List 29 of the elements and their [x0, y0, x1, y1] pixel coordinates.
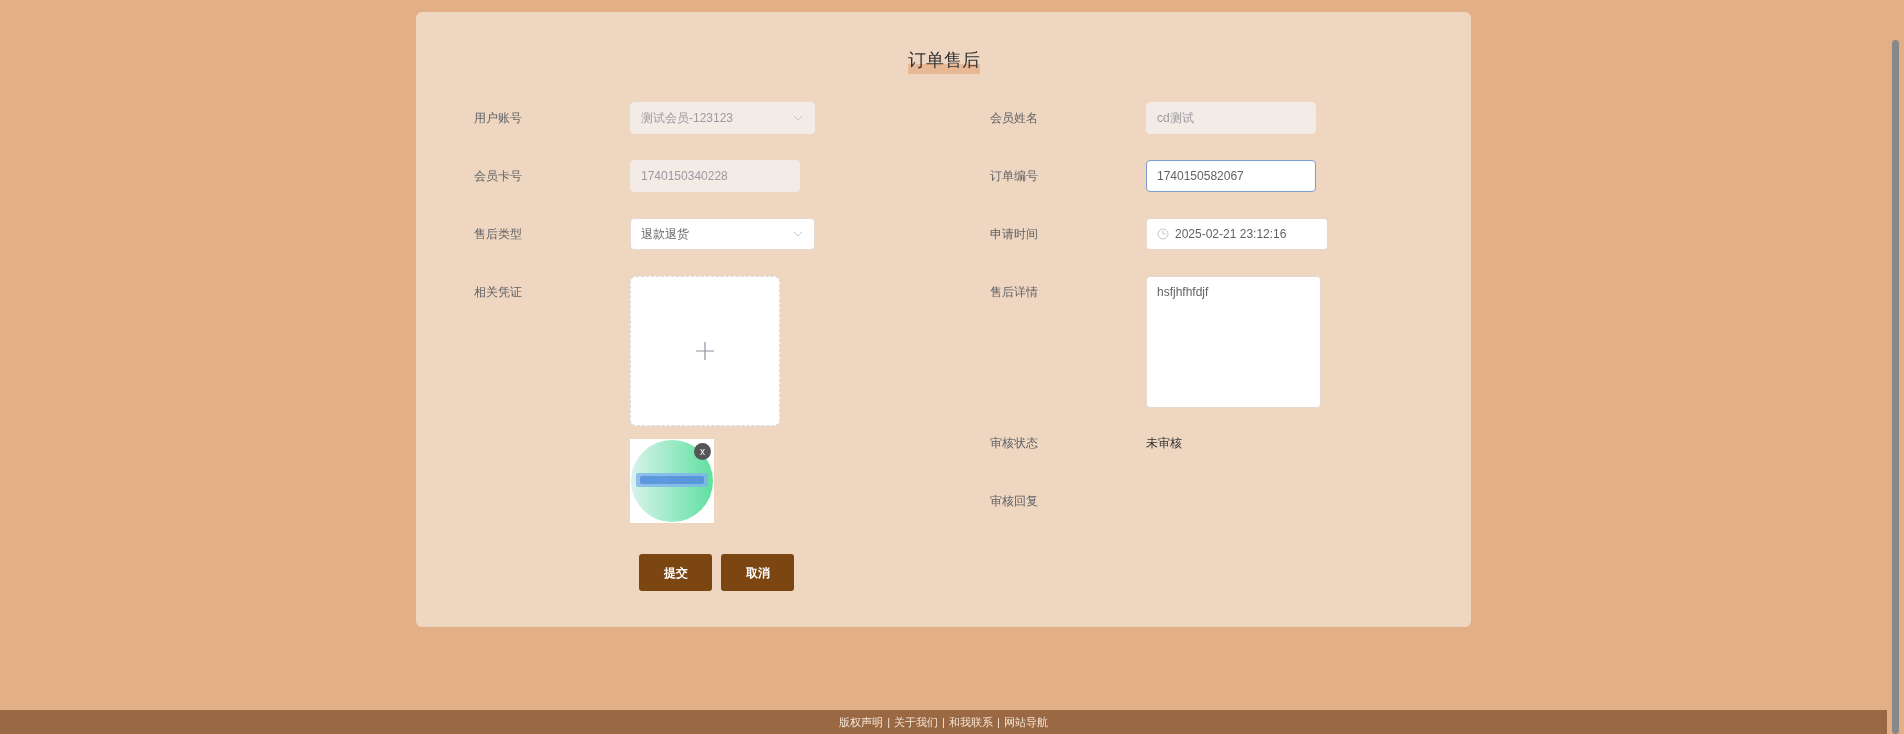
left-field-label: 会员卡号 — [474, 168, 523, 185]
dropdown[interactable]: 退款退货 — [630, 218, 815, 250]
footer-link[interactable]: 关于我们 — [894, 716, 939, 728]
upload-box[interactable] — [630, 276, 780, 426]
right-field-label: 售后详情 — [990, 284, 1039, 301]
status-text: 未审核 — [1146, 435, 1182, 452]
form-button[interactable]: 提交 — [639, 554, 712, 591]
right-field-label: 审核状态 — [990, 435, 1039, 452]
scrollbar-thumb[interactable] — [1892, 40, 1899, 734]
page-title: 订单售后 — [907, 48, 980, 74]
textarea-field[interactable]: hsfjhfhfdjf — [1146, 276, 1321, 408]
clock-icon — [1157, 228, 1169, 240]
separator: | — [996, 716, 1000, 728]
right-field-label: 审核回复 — [990, 493, 1039, 510]
left-field-label: 售后类型 — [474, 226, 523, 243]
input-field[interactable]: 1740150582067 — [1146, 160, 1316, 192]
footer-link[interactable]: 版权声明 — [839, 716, 884, 728]
form-button[interactable]: 取消 — [721, 554, 794, 591]
separator: | — [887, 716, 891, 728]
plus-icon — [696, 342, 714, 360]
date-field[interactable]: 2025-02-21 23:12:16 — [1146, 218, 1328, 250]
separator: | — [942, 716, 945, 728]
left-field-label: 相关凭证 — [474, 284, 523, 301]
left-field-label: 用户账号 — [474, 110, 523, 127]
right-field-label: 会员姓名 — [990, 110, 1039, 127]
right-field-label: 申请时间 — [990, 226, 1039, 243]
footer-link[interactable]: 网站导航 — [1003, 716, 1048, 728]
footer-link[interactable]: 和我联系 — [948, 716, 993, 728]
right-field-label: 订单编号 — [990, 168, 1039, 185]
